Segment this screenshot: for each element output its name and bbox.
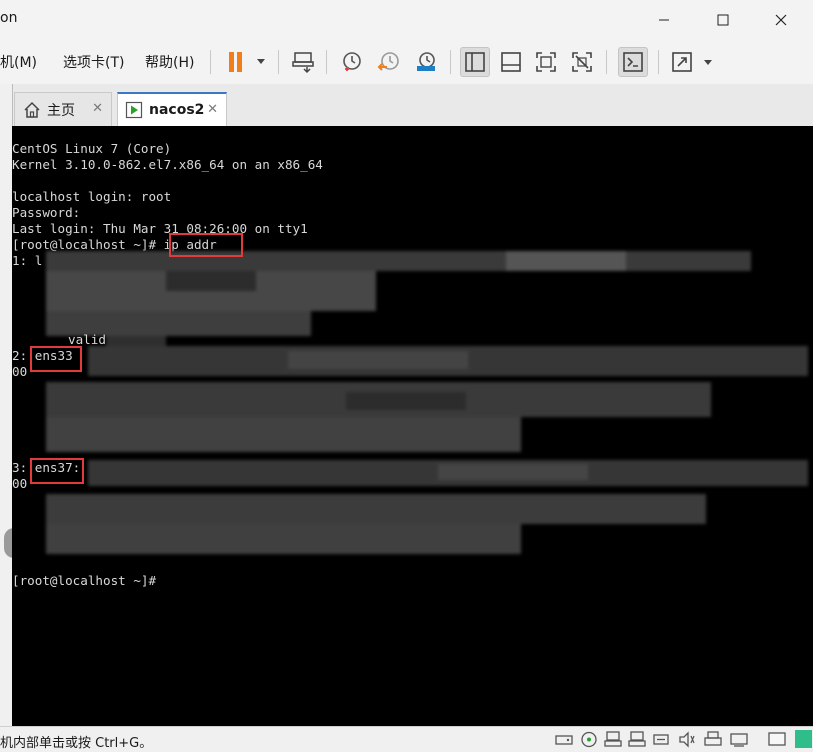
menu-tabs[interactable]: 选项卡(T) bbox=[63, 52, 124, 72]
tab-home-label: 主页 bbox=[47, 102, 75, 119]
send-ctrl-alt-del-button[interactable] bbox=[288, 47, 318, 77]
toolbar: 机(M) 选项卡(T) 帮助(H) bbox=[0, 40, 813, 84]
console-line: Last login: Thu Mar 31 08:26:00 on tty1 bbox=[12, 221, 308, 236]
console-line: 00 bbox=[12, 476, 28, 491]
minimize-button[interactable] bbox=[641, 0, 687, 40]
full-screen-button[interactable] bbox=[668, 47, 716, 77]
snapshot-manager-icon bbox=[417, 52, 435, 71]
status-bar: 机内部单击或按 Ctrl+G。 bbox=[0, 726, 813, 752]
network-computer-icon bbox=[292, 52, 314, 74]
tab-home[interactable]: 主页 ✕ bbox=[14, 92, 112, 126]
console-line: localhost login: root bbox=[12, 189, 172, 204]
usb-controller-icon[interactable] bbox=[652, 731, 670, 748]
show-library-button[interactable] bbox=[460, 47, 490, 77]
tab-nacos2[interactable]: nacos2 ✕ bbox=[117, 92, 227, 126]
title-bar: on bbox=[0, 0, 813, 40]
toolbar-divider bbox=[210, 50, 211, 74]
status-hint: 机内部单击或按 Ctrl+G。 bbox=[0, 736, 153, 751]
bottom-panel-layout-icon bbox=[501, 52, 521, 72]
snapshot-manager-button[interactable] bbox=[411, 47, 441, 77]
close-icon[interactable]: ✕ bbox=[207, 102, 218, 117]
snapshot-button[interactable] bbox=[337, 47, 367, 77]
maximize-button[interactable] bbox=[700, 0, 746, 40]
hard-disk-icon[interactable] bbox=[555, 731, 573, 748]
vm-status-indicator bbox=[795, 730, 812, 748]
cd-dvd-icon[interactable] bbox=[580, 731, 598, 748]
toolbar-divider bbox=[658, 50, 659, 74]
highlight-ens37 bbox=[30, 458, 84, 484]
display-icon[interactable] bbox=[730, 731, 748, 748]
console-line: Password: bbox=[12, 205, 81, 220]
vm-console[interactable]: CentOS Linux 7 (Core) Kernel 3.10.0-862.… bbox=[12, 126, 813, 726]
toolbar-divider bbox=[326, 50, 327, 74]
toolbar-divider bbox=[450, 50, 451, 74]
no-stretch-icon bbox=[572, 52, 592, 72]
highlight-ens33 bbox=[30, 346, 82, 372]
redacted-region bbox=[88, 346, 808, 376]
console-line: 1: l bbox=[12, 253, 43, 268]
vm-running-icon bbox=[125, 101, 143, 119]
highlight-ip-addr bbox=[169, 233, 243, 257]
console-line: [root@localhost ~]# bbox=[12, 573, 157, 588]
pause-button[interactable] bbox=[220, 47, 270, 77]
console-line: Kernel 3.10.0-862.el7.x86_64 on an x86_6… bbox=[12, 157, 323, 172]
terminal-icon bbox=[623, 52, 643, 72]
network-adapter-icon[interactable] bbox=[604, 731, 622, 748]
revert-snapshot-button[interactable] bbox=[374, 47, 404, 77]
toolbar-divider bbox=[278, 50, 279, 74]
revert-clock-icon bbox=[377, 52, 399, 71]
snapshot-clock-icon bbox=[343, 52, 361, 71]
close-icon bbox=[775, 14, 787, 26]
unity-button[interactable] bbox=[567, 47, 597, 77]
redacted-region bbox=[88, 460, 808, 486]
redacted-region bbox=[46, 382, 711, 452]
home-icon bbox=[24, 101, 40, 118]
pause-icon bbox=[229, 52, 265, 72]
sound-icon[interactable] bbox=[678, 731, 696, 748]
thumbnail-bar-button[interactable] bbox=[496, 47, 526, 77]
menu-vm[interactable]: 机(M) bbox=[0, 52, 37, 72]
fullscreen-icon bbox=[672, 52, 712, 72]
tab-nacos2-label: nacos2 bbox=[149, 102, 205, 118]
fit-window-icon bbox=[536, 52, 556, 72]
fit-guest-button[interactable] bbox=[531, 47, 561, 77]
redacted-region bbox=[46, 494, 706, 554]
maximize-icon bbox=[717, 14, 729, 26]
toolbar-divider bbox=[606, 50, 607, 74]
window-title: on bbox=[0, 10, 18, 26]
console-line: 00 bbox=[12, 364, 28, 379]
network-adapter-2-icon[interactable] bbox=[628, 731, 646, 748]
sidebar-layout-icon bbox=[465, 52, 485, 72]
console-view-button[interactable] bbox=[618, 47, 648, 77]
close-button[interactable] bbox=[758, 0, 804, 40]
close-icon[interactable]: ✕ bbox=[92, 101, 103, 116]
console-line: CentOS Linux 7 (Core) bbox=[12, 141, 172, 156]
printer-icon[interactable] bbox=[704, 731, 722, 748]
minimize-icon bbox=[659, 19, 669, 21]
tab-strip: 主页 ✕ nacos2 ✕ bbox=[0, 84, 813, 126]
menu-help[interactable]: 帮助(H) bbox=[145, 52, 194, 72]
message-icon[interactable] bbox=[768, 731, 786, 748]
